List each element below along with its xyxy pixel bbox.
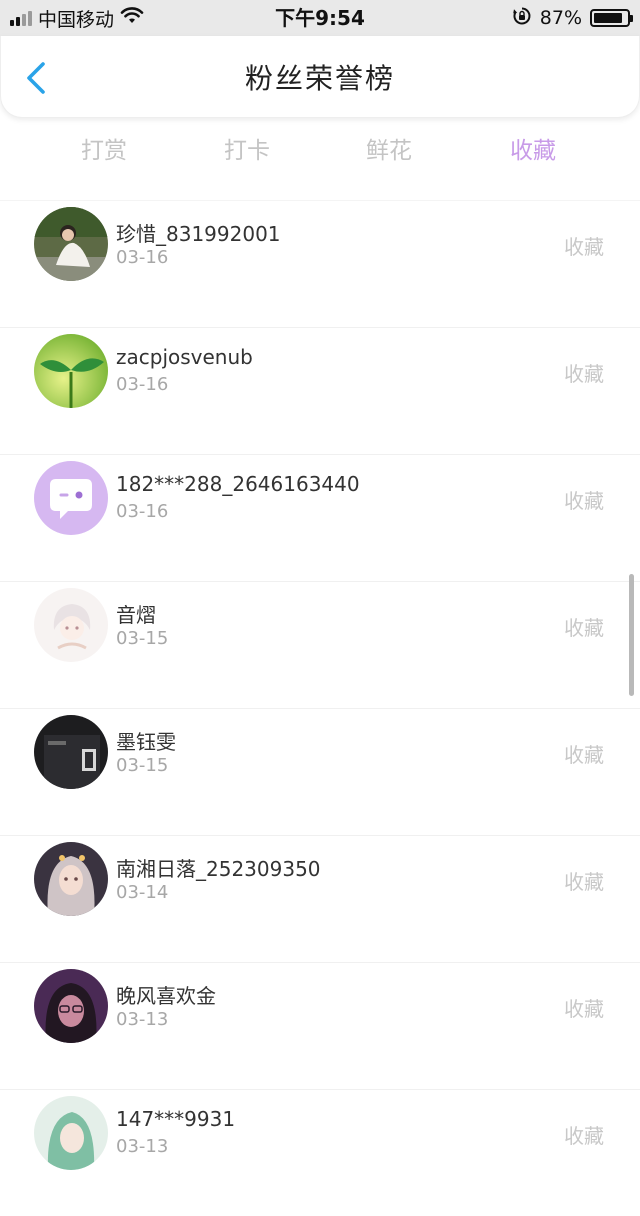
- avatar: [34, 207, 108, 281]
- favorite-action[interactable]: 收藏: [564, 231, 604, 260]
- fan-name: 墨钰雯: [116, 730, 176, 754]
- favorite-action[interactable]: 收藏: [564, 485, 604, 514]
- tab-checkin[interactable]: 打卡: [187, 126, 307, 176]
- favorite-action[interactable]: 收藏: [564, 993, 604, 1022]
- fan-date: 03-14: [116, 882, 169, 903]
- list-item[interactable]: 147***9931 03-13 收藏: [0, 1089, 640, 1216]
- fan-name: 珍惜_831992001: [116, 222, 281, 246]
- avatar: [34, 461, 108, 535]
- fan-date: 03-15: [116, 628, 169, 649]
- favorite-action[interactable]: 收藏: [564, 739, 604, 768]
- tab-flowers[interactable]: 鲜花: [329, 126, 449, 176]
- list-item[interactable]: 南湘日落_252309350 03-14 收藏: [0, 835, 640, 962]
- fan-date: 03-16: [116, 374, 169, 395]
- fan-date: 03-15: [116, 755, 169, 776]
- fan-name: 南湘日落_252309350: [116, 857, 321, 881]
- fan-name: 147***9931: [116, 1107, 236, 1131]
- avatar: [34, 842, 108, 916]
- list-item[interactable]: 墨钰雯 03-15 收藏: [0, 708, 640, 835]
- list-item[interactable]: zacpjosvenub 03-16 收藏: [0, 327, 640, 454]
- fan-name: 晚风喜欢金: [116, 984, 216, 1008]
- avatar: [34, 334, 108, 408]
- nav-bar: 粉丝荣誉榜: [0, 36, 640, 118]
- fan-name: 182***288_2646163440: [116, 472, 360, 496]
- avatar: [34, 588, 108, 662]
- fan-name: 音熠: [116, 603, 156, 627]
- fan-name: zacpjosvenub: [116, 345, 253, 369]
- tab-favorites[interactable]: 收藏: [473, 126, 593, 176]
- list-item[interactable]: 晚风喜欢金 03-13 收藏: [0, 962, 640, 1089]
- battery-level-fill: [594, 13, 622, 23]
- battery-percent: 87%: [539, 7, 582, 29]
- favorite-action[interactable]: 收藏: [564, 612, 604, 641]
- list-item[interactable]: 珍惜_831992001 03-16 收藏: [0, 200, 640, 327]
- fan-date: 03-13: [116, 1009, 169, 1030]
- fan-date: 03-16: [116, 501, 169, 522]
- battery-icon: [590, 9, 633, 27]
- avatar: [34, 715, 108, 789]
- list-item[interactable]: 音熠 03-15 收藏: [0, 581, 640, 708]
- fan-date: 03-16: [116, 247, 169, 268]
- favorite-action[interactable]: 收藏: [564, 1120, 604, 1149]
- list-item[interactable]: 182***288_2646163440 03-16 收藏: [0, 454, 640, 581]
- rotation-lock-icon: [512, 6, 532, 31]
- favorite-action[interactable]: 收藏: [564, 358, 604, 387]
- scrollbar[interactable]: [629, 574, 634, 696]
- avatar: [34, 969, 108, 1043]
- favorite-action[interactable]: 收藏: [564, 866, 604, 895]
- fan-date: 03-13: [116, 1136, 169, 1157]
- fan-list: 珍惜_831992001 03-16 收藏 zacpjosvenub 03-16…: [0, 200, 640, 1216]
- avatar: [34, 1096, 108, 1170]
- tab-bar: 打赏 打卡 鲜花 收藏: [0, 126, 640, 176]
- status-right: 87%: [512, 0, 633, 36]
- chat-bubble-icon: [34, 461, 108, 535]
- tab-reward[interactable]: 打赏: [44, 126, 164, 176]
- status-bar: 中国移动 下午9:54 87%: [0, 0, 640, 36]
- page-title: 粉丝荣誉榜: [244, 62, 395, 95]
